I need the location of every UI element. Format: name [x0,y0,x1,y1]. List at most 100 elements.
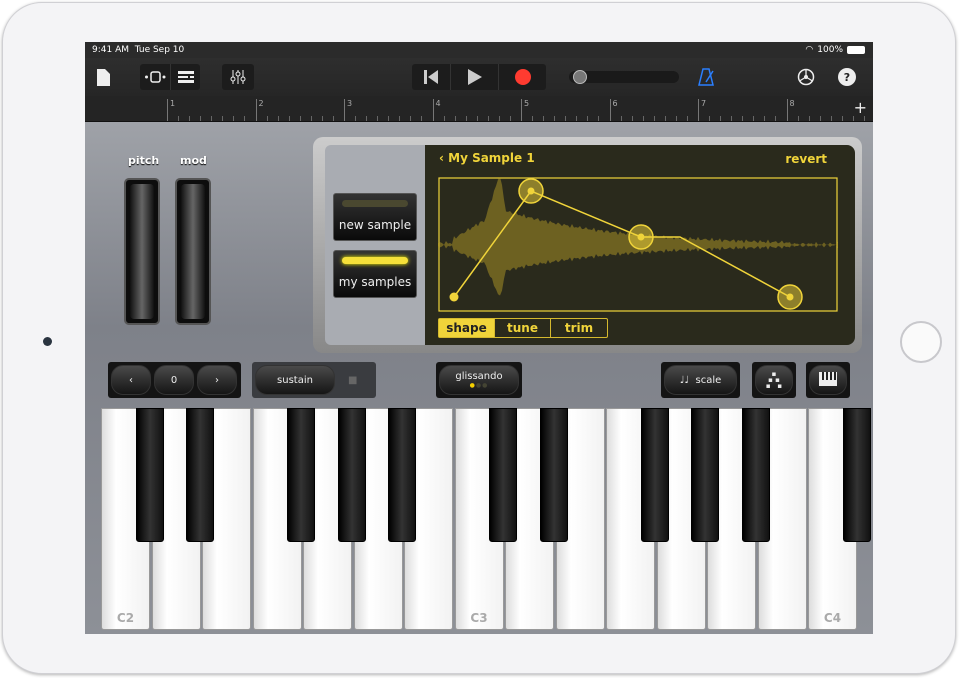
key-label: C4 [823,611,842,625]
status-bar: 9:41 AM Tue Sep 10 ◠ 100% [85,42,873,58]
black-key[interactable] [388,408,416,542]
add-section-button[interactable]: + [854,98,867,117]
black-key[interactable] [135,408,164,542]
black-key[interactable] [691,408,719,542]
help-button[interactable]: ? [838,64,856,90]
black-key[interactable] [842,408,871,542]
ruler-tick [620,116,622,121]
timeline-ruler[interactable]: + 1 2 3 4 5 6 7 8 [85,96,873,122]
piano-keyboard: C2 C3 C4 [101,408,871,634]
ruler-tick [399,116,400,121]
revert-button[interactable]: revert [785,152,827,166]
tab-shape[interactable]: shape [439,319,495,337]
ruler-bar-number: 6 [609,99,618,121]
ruler-tick [664,116,666,121]
black-key[interactable] [186,408,214,542]
ruler-bar-number: 4 [432,99,441,121]
sustain-button[interactable]: sustain [255,365,335,395]
envelope-point[interactable] [527,187,535,195]
go-to-start-button[interactable] [412,64,450,90]
tab-tune[interactable]: tune [495,319,551,337]
black-key[interactable] [489,408,517,542]
status-time: 9:41 AM [92,45,129,55]
waveform-envelope-editor[interactable] [438,177,838,312]
my-samples-button[interactable]: my samples [333,250,417,298]
ruler-tick [498,116,500,121]
black-key[interactable] [287,408,315,542]
pitch-wheel[interactable] [124,178,160,325]
home-button[interactable] [900,321,942,363]
black-key[interactable] [539,408,568,542]
black-key[interactable] [640,408,669,542]
black-key[interactable] [741,408,770,542]
key-label: C3 [470,611,488,625]
envelope-point[interactable] [449,292,459,302]
back-button[interactable]: ‹ My Sample 1 [439,151,535,165]
octave-up-button[interactable]: › [197,365,237,395]
keyboard-layout-button[interactable] [809,365,847,395]
lock-icon[interactable]: ■ [348,375,357,395]
tracks-list-icon[interactable] [170,64,200,90]
ruler-tick [487,116,489,121]
new-sample-button[interactable]: new sample [333,193,417,241]
ruler-bar-number: 2 [255,99,264,121]
glissando-label: glissando [455,371,503,382]
sample-title: My Sample 1 [448,151,535,165]
metronome-button[interactable] [697,64,715,90]
record-button[interactable] [498,64,546,90]
mod-wheel[interactable] [175,178,211,325]
mod-label: mod [180,154,207,167]
ruler-tick [310,116,312,121]
ruler-tick [631,116,633,121]
black-key[interactable] [337,408,366,542]
toolbar: ? [85,58,873,96]
ruler-tick [299,116,301,121]
glissando-button[interactable]: glissando ●●● [439,365,519,395]
octave-down-button[interactable]: ‹ [111,365,151,395]
arpeggiator-button[interactable]: ▪ ▪ ▪ ▪ ▪ [755,365,793,395]
help-icon: ? [838,68,856,86]
key-label: C2 [116,611,135,625]
ruler-tick [742,116,743,121]
ruler-bar-number: 5 [521,99,529,121]
ruler-tick [476,116,478,121]
master-volume-slider[interactable] [569,70,679,84]
ruler-tick [675,116,677,121]
mixer-button[interactable] [222,64,254,90]
ruler-tick [720,116,721,121]
ruler-tick [808,116,810,121]
ruler-tick [266,116,268,121]
tab-trim[interactable]: trim [551,319,607,337]
envelope-point[interactable] [786,293,794,301]
ruler-tick [653,116,655,121]
ruler-tick [222,116,223,121]
ruler-tick [753,116,754,121]
ruler-tick [576,116,577,121]
garageband-screen: 9:41 AM Tue Sep 10 ◠ 100% ? + 1 2 3 4 5 6 7 8 pi… [85,42,873,634]
track-view-icon[interactable] [140,64,170,90]
pitch-label: pitch [128,154,160,167]
scale-button[interactable]: ♩♩ scale [664,365,737,395]
ruler-bar-number: 7 [698,99,706,121]
ruler-tick [686,116,688,121]
ruler-tick [598,116,599,121]
document-icon [97,64,110,90]
scale-control: ♩♩ scale [661,362,740,398]
arpeggiator-icon: ▪ ▪ ▪ ▪ ▪ [765,370,783,390]
ruler-tick [288,116,290,121]
mixer-icon [230,64,246,90]
ruler-tick [443,116,445,121]
document-button[interactable] [97,64,117,90]
settings-button[interactable] [797,64,815,90]
ruler-tick [819,116,821,121]
octave-value: 0 [154,365,194,395]
play-button[interactable] [450,64,498,90]
sustain-control: sustain ■ [252,362,376,398]
wifi-icon: ◠ [805,45,814,55]
keyboard-layout-control [806,362,850,398]
envelope-point[interactable] [637,233,645,241]
ruler-bar-number: 8 [786,99,795,121]
ruler-tick [366,116,367,121]
ruler-tick [233,116,234,121]
ruler-tick [863,116,865,121]
